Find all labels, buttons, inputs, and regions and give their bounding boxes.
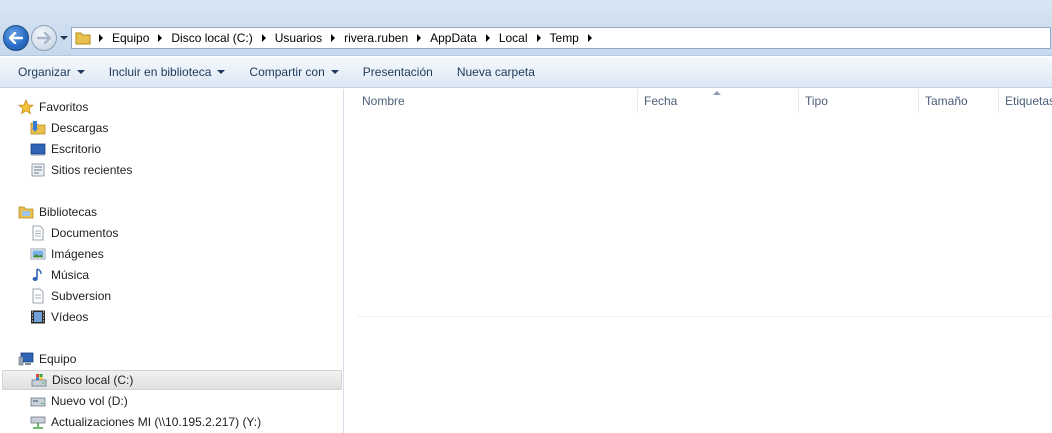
new-folder-label: Nueva carpeta	[456, 65, 535, 79]
nav-libraries[interactable]: Bibliotecas	[18, 202, 97, 222]
nav-item-label: Disco local (C:)	[52, 373, 134, 387]
nav-item-desktop[interactable]: Escritorio	[30, 139, 101, 159]
forward-button[interactable]	[31, 25, 57, 51]
nav-item-music[interactable]: Música	[30, 265, 89, 285]
slideshow-label: Presentación	[362, 65, 433, 79]
computer-icon	[18, 351, 34, 367]
include-library-label: Incluir en biblioteca	[108, 65, 212, 79]
pictures-icon	[30, 246, 46, 262]
breadcrumb-arrow-icon[interactable]	[153, 28, 167, 48]
slideshow-button[interactable]: Presentación	[351, 60, 445, 84]
nav-item-label: Actualizaciones MI (\\10.195.2.217) (Y:)	[51, 415, 262, 429]
nav-item-drive-d[interactable]: Nuevo vol (D:)	[30, 391, 128, 411]
breadcrumb-arrow-icon[interactable]	[257, 28, 271, 48]
recent-places-icon	[30, 162, 46, 178]
subversion-document-icon	[30, 288, 46, 304]
command-bar: Organizar Incluir en biblioteca Comparti…	[0, 57, 1052, 88]
column-header-name[interactable]: Nombre	[356, 89, 637, 113]
chevron-down-icon	[217, 70, 226, 74]
breadcrumb-arrow-icon[interactable]	[532, 28, 546, 48]
nav-item-network-drive-y[interactable]: Actualizaciones MI (\\10.195.2.217) (Y:)	[30, 412, 261, 432]
arrow-left-icon	[9, 32, 23, 44]
nav-item-label: Nuevo vol (D:)	[51, 394, 128, 408]
sort-ascending-icon	[713, 91, 721, 95]
include-library-button[interactable]: Incluir en biblioteca	[97, 60, 238, 84]
nav-item-label: Escritorio	[51, 142, 102, 156]
nav-item-label: Documentos	[51, 226, 119, 240]
nav-favorites-label: Favoritos	[39, 100, 89, 114]
nav-item-label: Sitios recientes	[51, 163, 133, 177]
breadcrumb-user[interactable]: rivera.ruben	[340, 28, 412, 48]
documents-icon	[30, 225, 46, 241]
libraries-icon	[18, 204, 34, 220]
content-divider	[357, 316, 1052, 317]
breadcrumb-disco-local[interactable]: Disco local (C:)	[167, 28, 256, 48]
nav-item-label: Subversion	[51, 289, 112, 303]
breadcrumb-arrow-icon[interactable]	[412, 28, 426, 48]
recent-pages-button[interactable]	[59, 33, 69, 43]
breadcrumb-equipo[interactable]: Equipo	[108, 28, 153, 48]
column-header-size[interactable]: Tamaño	[918, 89, 998, 113]
column-header-type[interactable]: Tipo	[798, 89, 918, 113]
desktop-icon	[30, 141, 46, 157]
hard-drive-icon	[30, 393, 46, 409]
nav-item-subversion[interactable]: Subversion	[30, 286, 111, 306]
nav-item-label: Descargas	[51, 121, 109, 135]
star-icon	[18, 99, 34, 115]
nav-item-label: Imágenes	[51, 247, 104, 261]
nav-libraries-label: Bibliotecas	[39, 205, 98, 219]
breadcrumb-arrow-icon[interactable]	[583, 28, 597, 48]
nav-item-drive-c[interactable]: Disco local (C:)	[2, 370, 342, 390]
nav-item-label: Música	[51, 268, 90, 282]
new-folder-button[interactable]: Nueva carpeta	[445, 60, 547, 84]
nav-favorites[interactable]: Favoritos	[18, 97, 88, 117]
organize-button[interactable]: Organizar	[6, 60, 97, 84]
network-drive-icon	[30, 414, 46, 430]
chevron-down-icon	[60, 36, 68, 40]
column-header-tags[interactable]: Etiquetas	[998, 89, 1052, 113]
organize-label: Organizar	[18, 65, 71, 79]
nav-computer-label: Equipo	[39, 352, 77, 366]
breadcrumb-arrow-icon[interactable]	[481, 28, 495, 48]
chevron-down-icon	[76, 70, 85, 74]
nav-item-videos[interactable]: Vídeos	[30, 307, 88, 327]
nav-item-recent-places[interactable]: Sitios recientes	[30, 160, 132, 180]
nav-item-downloads[interactable]: Descargas	[30, 118, 108, 138]
breadcrumb-temp[interactable]: Temp	[546, 28, 583, 48]
address-bar[interactable]: Equipo Disco local (C:) Usuarios rivera.…	[71, 27, 1051, 49]
share-button[interactable]: Compartir con	[237, 60, 350, 84]
video-film-icon	[30, 309, 46, 325]
nav-item-documents[interactable]: Documentos	[30, 223, 118, 243]
nav-item-pictures[interactable]: Imágenes	[30, 244, 104, 264]
arrow-right-icon	[37, 32, 51, 44]
breadcrumb-arrow-icon[interactable]	[94, 28, 108, 48]
music-note-icon	[30, 267, 46, 283]
breadcrumb-usuarios[interactable]: Usuarios	[271, 28, 326, 48]
chevron-down-icon	[330, 70, 339, 74]
windows-drive-icon	[31, 372, 47, 388]
share-label: Compartir con	[249, 65, 325, 79]
file-list-pane[interactable]: Nombre Fecha Tipo Tamaño Etiquetas	[345, 89, 1052, 433]
nav-item-label: Vídeos	[51, 310, 89, 324]
title-address-area: Equipo Disco local (C:) Usuarios rivera.…	[0, 0, 1052, 56]
downloads-folder-icon	[30, 120, 46, 136]
nav-computer[interactable]: Equipo	[18, 349, 76, 369]
navigation-pane: Favoritos Descargas Escritorio Sitios re…	[0, 89, 344, 433]
back-button[interactable]	[3, 25, 29, 51]
breadcrumb-appdata[interactable]: AppData	[426, 28, 481, 48]
breadcrumb-arrow-icon[interactable]	[326, 28, 340, 48]
breadcrumb-local[interactable]: Local	[495, 28, 532, 48]
folder-icon	[72, 28, 94, 48]
